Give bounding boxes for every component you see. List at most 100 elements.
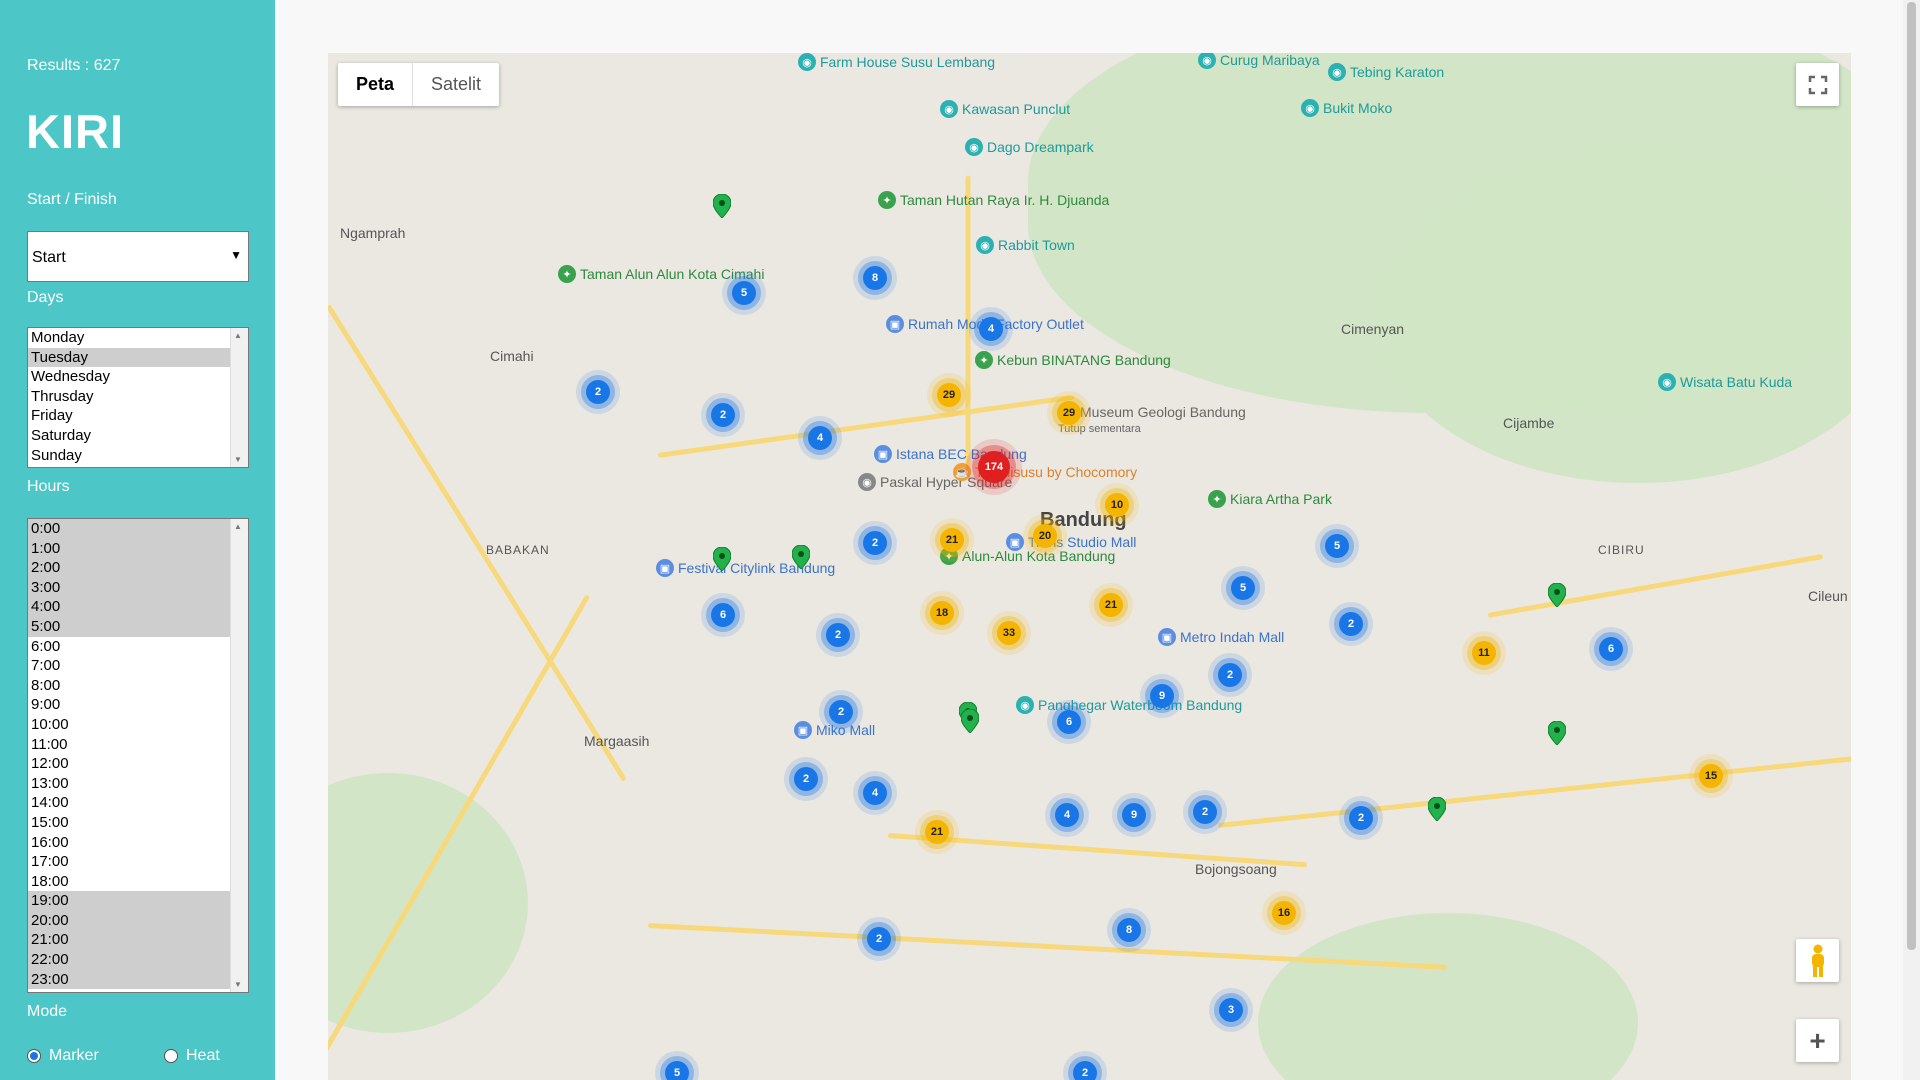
hours-option[interactable]: 5:00 — [28, 616, 231, 637]
days-option[interactable]: Saturday — [28, 426, 231, 446]
cluster-marker[interactable]: 2 — [826, 623, 850, 647]
zoom-in-button[interactable]: + — [1796, 1019, 1839, 1062]
cluster-marker[interactable]: 16 — [1272, 901, 1296, 925]
days-listbox[interactable]: Monday Tuesday Wednesday Thrusday Friday Satu… — [27, 327, 249, 468]
cluster-marker[interactable]: 20 — [1033, 524, 1057, 548]
cluster-marker[interactable]: 2 — [794, 767, 818, 791]
poi-label[interactable]: ◉ Farm House Susu Lembang — [798, 53, 995, 71]
hours-option[interactable]: 4:00 — [28, 597, 231, 617]
map-type-satellite-button[interactable]: Satelit — [412, 63, 499, 106]
hours-option[interactable]: 16:00 — [28, 833, 231, 853]
hours-option[interactable]: 17:00 — [28, 852, 231, 872]
hours-option[interactable]: 12:00 — [28, 754, 231, 774]
days-option[interactable]: Friday — [28, 406, 231, 426]
cluster-marker[interactable]: 2 — [1218, 663, 1242, 687]
cluster-marker[interactable]: 3 — [1219, 998, 1243, 1022]
location-pin-icon[interactable] — [712, 193, 732, 219]
poi-label[interactable]: ◉ Dago Dreampark — [965, 138, 1094, 156]
hours-option[interactable]: 23:00 — [28, 969, 231, 990]
poi-label[interactable]: ✦ Kebun BINATANG Bandung — [975, 351, 1171, 369]
poi-label[interactable]: ✦ Taman Hutan Raya Ir. H. Djuanda — [878, 191, 1109, 209]
hours-option[interactable]: 21:00 — [28, 930, 231, 951]
cluster-marker[interactable]: 6 — [1599, 637, 1623, 661]
hours-option[interactable]: 18:00 — [28, 872, 231, 892]
cluster-marker[interactable]: 5 — [665, 1061, 689, 1080]
cluster-marker[interactable]: 2 — [586, 380, 610, 404]
cluster-marker[interactable]: 9 — [1122, 803, 1146, 827]
cluster-marker[interactable]: 8 — [1117, 918, 1141, 942]
cluster-marker[interactable]: 5 — [732, 281, 756, 305]
cluster-marker[interactable]: 33 — [997, 621, 1021, 645]
location-pin-icon[interactable] — [791, 544, 811, 570]
poi-label[interactable]: ✦ Taman Alun Alun Kota Cimahi — [558, 265, 764, 283]
cluster-marker[interactable]: 21 — [940, 528, 964, 552]
location-pin-icon[interactable] — [960, 708, 980, 734]
hours-option[interactable]: 2:00 — [28, 558, 231, 578]
hours-option[interactable]: 6:00 — [28, 637, 231, 657]
cluster-marker[interactable]: 29 — [937, 383, 961, 407]
poi-label[interactable]: ◉ Kawasan Punclut — [940, 100, 1070, 118]
cluster-marker[interactable]: 21 — [925, 820, 949, 844]
days-option[interactable]: Monday — [28, 328, 231, 348]
cluster-marker[interactable]: 6 — [1057, 710, 1081, 734]
poi-label[interactable]: ◉Museum Geologi Bandung — [1058, 403, 1246, 421]
cluster-marker[interactable]: 15 — [1699, 764, 1723, 788]
hours-option[interactable]: 0:00 — [28, 519, 231, 539]
cluster-marker[interactable]: 9 — [1150, 684, 1174, 708]
poi-label[interactable]: ◉ Curug Maribaya — [1198, 53, 1320, 69]
days-option[interactable]: Thrusday — [28, 387, 231, 407]
mode-heat-radio[interactable]: Heat — [164, 1047, 220, 1065]
scroll-down-icon[interactable]: ▼ — [234, 980, 242, 989]
scroll-up-icon[interactable]: ▲ — [234, 331, 242, 340]
hours-option[interactable]: 14:00 — [28, 793, 231, 813]
days-scrollbar[interactable]: ▲ ▼ — [230, 328, 248, 467]
hours-option[interactable]: 10:00 — [28, 715, 231, 735]
cluster-marker[interactable]: 8 — [863, 266, 887, 290]
cluster-marker[interactable]: 21 — [1099, 593, 1123, 617]
radio-checked-icon[interactable] — [27, 1049, 41, 1063]
cluster-marker[interactable]: 2 — [829, 700, 853, 724]
scroll-down-icon[interactable]: ▼ — [234, 455, 242, 464]
hours-option[interactable]: 15:00 — [28, 813, 231, 833]
poi-label[interactable]: ◉ Rabbit Town — [976, 236, 1075, 254]
hours-option[interactable]: 22:00 — [28, 950, 231, 970]
hours-option[interactable]: 13:00 — [28, 774, 231, 794]
cluster-marker[interactable]: 4 — [863, 781, 887, 805]
cluster-marker[interactable]: 29 — [1057, 401, 1081, 425]
cluster-marker[interactable]: 2 — [1349, 806, 1373, 830]
hours-listbox[interactable]: 0:00 1:00 2:00 3:00 4:00 5:00 6:00 7:00 8:00 9:00… — [27, 518, 249, 993]
poi-label[interactable]: ◉ Bukit Moko — [1301, 99, 1392, 117]
days-option[interactable]: Sunday — [28, 446, 231, 466]
page-scrollbar-thumb[interactable] — [1907, 2, 1916, 950]
map-canvas[interactable]: Ngamprah Cimahi BABAKAN Margaasih Cimenyan Ci… — [328, 53, 1851, 1080]
scroll-up-icon[interactable]: ▲ — [234, 522, 242, 531]
poi-label[interactable]: ✦ Alun-Alun Kota Bandung — [940, 547, 1115, 565]
cluster-marker[interactable]: 2 — [711, 403, 735, 427]
hours-option[interactable]: 1:00 — [28, 538, 231, 559]
location-pin-icon[interactable] — [1547, 582, 1567, 608]
cluster-marker[interactable]: 4 — [808, 426, 832, 450]
page-scrollbar[interactable] — [1903, 0, 1920, 1080]
cluster-marker[interactable]: 11 — [1472, 641, 1496, 665]
map-type-map-button[interactable]: Peta — [338, 63, 412, 106]
cluster-marker[interactable]: 2 — [1073, 1061, 1097, 1080]
location-pin-icon[interactable] — [1547, 720, 1567, 746]
poi-label[interactable]: ✦ Kiara Artha Park — [1208, 490, 1332, 508]
cluster-marker[interactable]: 2 — [1339, 612, 1363, 636]
hours-option[interactable]: 20:00 — [28, 910, 231, 931]
poi-label[interactable]: ◉ Tebing Karaton — [1328, 63, 1444, 81]
cluster-marker[interactable]: 6 — [711, 603, 735, 627]
hours-option[interactable]: 3:00 — [28, 577, 231, 598]
days-option[interactable]: Tuesday — [28, 347, 231, 368]
location-pin-icon[interactable] — [1427, 796, 1447, 822]
poi-label[interactable]: ▣ Miko Mall — [794, 721, 875, 739]
fullscreen-button[interactable] — [1796, 63, 1839, 106]
start-finish-select[interactable]: Start ▼ — [27, 231, 249, 282]
hours-option[interactable]: 9:00 — [28, 695, 231, 715]
cluster-marker[interactable]: 2 — [867, 927, 891, 951]
hours-scrollbar[interactable]: ▲ ▼ — [230, 519, 248, 992]
hours-option[interactable]: 8:00 — [28, 676, 231, 696]
poi-label[interactable]: ◉ Wisata Batu Kuda — [1658, 373, 1792, 391]
cluster-marker[interactable]: 5 — [1231, 576, 1255, 600]
hours-option[interactable]: 11:00 — [28, 735, 231, 755]
